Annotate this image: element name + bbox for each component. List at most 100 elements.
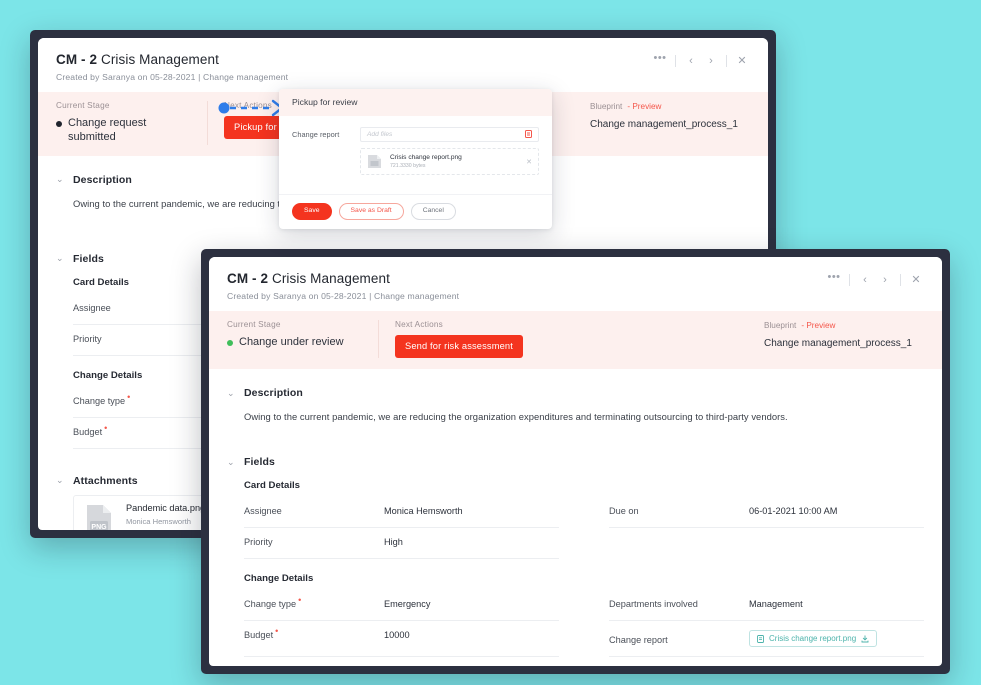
chevron-down-icon: ⌄ [227, 388, 235, 399]
paperclip-icon[interactable] [525, 130, 532, 140]
next-chevron-icon[interactable]: › [701, 52, 721, 70]
front-field-value-change-type[interactable]: Emergency [384, 599, 430, 609]
front-card-window: CM - 2 Crisis Management Created by Sara… [201, 249, 950, 674]
front-current-stage-value: Change under review [239, 336, 344, 350]
front-change-details-rows: Change type• Emergency Departments invol… [227, 590, 924, 657]
front-title-name: Crisis Management [272, 271, 390, 286]
back-page-title: CM - 2 Crisis Management [56, 52, 750, 67]
file-icon [757, 635, 764, 643]
dialog-change-report-row: Change report Add files [292, 127, 539, 175]
dialog-attached-file: Crisis change report.png 721.3330 bytes … [360, 148, 539, 175]
back-blueprint-name: Change management_process_1 [590, 118, 750, 131]
front-blueprint-name: Change management_process_1 [764, 337, 924, 350]
close-icon[interactable]: ✕ [906, 271, 926, 289]
attachment-meta-block: Pandemic data.png Monica Hemsworth 05-28… [126, 503, 205, 531]
required-asterisk-icon: • [275, 626, 278, 636]
next-chevron-icon[interactable]: › [875, 271, 895, 289]
back-card-header: CM - 2 Crisis Management Created by Sara… [38, 38, 768, 92]
back-page-subtitle: Created by Saranya on 05-28-2021 | Chang… [56, 72, 750, 82]
attachment-file-name: Pandemic data.png [126, 503, 205, 513]
back-current-stage-value-row: Change request submitted [56, 117, 191, 145]
front-field-label-due-on: Due on [609, 506, 749, 516]
add-files-placeholder: Add files [367, 131, 525, 138]
front-current-stage-value-row: Change under review [227, 336, 362, 350]
front-field-value-departments[interactable]: Management [749, 599, 803, 609]
front-field-label-change-report: Change report [609, 635, 749, 645]
back-field-label-change-type: Change type• [73, 396, 213, 406]
chevron-down-icon: ⌄ [56, 253, 64, 264]
back-field-label-priority: Priority [73, 334, 213, 344]
divider [900, 274, 901, 286]
required-asterisk-icon: • [104, 423, 107, 433]
more-options-icon[interactable]: ••• [824, 268, 844, 286]
front-blueprint-row: Blueprint - Preview [764, 321, 924, 330]
chevron-down-icon: ⌄ [56, 174, 64, 185]
field-row-empty [609, 528, 924, 559]
close-icon[interactable]: ✕ [732, 52, 752, 70]
previous-chevron-icon[interactable]: ‹ [681, 52, 701, 70]
required-asterisk-icon: • [127, 392, 130, 402]
dialog-footer: Save Save as Draft Cancel [279, 194, 552, 229]
dialog-file-text-block: Crisis change report.png 721.3330 bytes [390, 154, 462, 169]
required-asterisk-icon: • [298, 595, 301, 605]
front-field-label-budget: Budget• [244, 630, 384, 640]
field-row: Due on 06-01-2021 10:00 AM [609, 497, 924, 528]
image-file-icon [367, 154, 384, 169]
front-current-stage: Current Stage Change under review [227, 320, 379, 358]
front-fields-section-header[interactable]: ⌄ Fields [227, 456, 924, 468]
back-title-name: Crisis Management [101, 52, 219, 67]
stage-status-dot [227, 340, 233, 346]
front-blueprint-label: Blueprint [764, 321, 796, 330]
dialog-file-size: 721.3330 bytes [390, 163, 462, 169]
save-button[interactable]: Save [292, 203, 332, 220]
front-header-actions: ••• ‹ › ✕ [824, 271, 926, 289]
front-description-section-header[interactable]: ⌄ Description [227, 387, 924, 399]
back-attachments-title: Attachments [73, 475, 138, 487]
dialog-body: Change report Add files [279, 116, 552, 200]
back-blueprint-preview-link[interactable]: - Preview [627, 102, 661, 111]
change-report-file-chip[interactable]: Crisis change report.png [749, 630, 877, 647]
remove-file-icon[interactable]: ✕ [526, 158, 532, 166]
front-change-details-group: Change Details [227, 573, 924, 584]
front-blueprint-info: Blueprint - Preview Change management_pro… [764, 321, 924, 350]
back-title-code: CM - 2 [56, 52, 97, 67]
front-card-sheet: CM - 2 Crisis Management Created by Sara… [209, 257, 942, 666]
front-field-value-priority[interactable]: High [384, 537, 403, 547]
field-row: Assignee Monica Hemsworth [244, 497, 559, 528]
front-current-stage-label: Current Stage [227, 320, 362, 329]
send-for-risk-assessment-button[interactable]: Send for risk assessment [395, 335, 523, 358]
attachment-uploader: Monica Hemsworth [126, 516, 205, 527]
back-fields-title: Fields [73, 253, 104, 265]
front-field-value-budget[interactable]: 10000 [384, 630, 410, 640]
back-field-label-budget: Budget• [73, 427, 213, 437]
download-icon [861, 635, 869, 643]
front-field-value-due-on[interactable]: 06-01-2021 10:00 AM [749, 506, 837, 516]
cancel-button[interactable]: Cancel [411, 203, 456, 220]
front-field-label-assignee: Assignee [244, 506, 384, 516]
previous-chevron-icon[interactable]: ‹ [855, 271, 875, 289]
front-card-header: CM - 2 Crisis Management Created by Sara… [209, 257, 942, 311]
front-card-details-group: Card Details [227, 480, 924, 491]
dialog-file-name: Crisis change report.png [390, 154, 462, 161]
divider [726, 55, 727, 67]
front-field-label-departments: Departments involved [609, 599, 749, 609]
dialog-title: Pickup for review [279, 89, 552, 116]
front-field-label-change-type: Change type• [244, 599, 384, 609]
more-options-icon[interactable]: ••• [650, 49, 670, 67]
add-files-input[interactable]: Add files [360, 127, 539, 142]
save-as-draft-button[interactable]: Save as Draft [339, 203, 404, 220]
front-blueprint-preview-link[interactable]: - Preview [801, 321, 835, 330]
field-row: Change type• Emergency [244, 590, 559, 621]
field-row: Budget• 10000 [244, 621, 559, 657]
field-row: Priority High [244, 528, 559, 559]
attachment-timestamp: 05-28-2021 01:10 PM [126, 528, 205, 531]
front-description-title: Description [244, 387, 303, 399]
front-description-text: Owing to the current pandemic, we are re… [227, 411, 924, 422]
change-report-file-name: Crisis change report.png [769, 634, 856, 643]
front-card-details-rows: Assignee Monica Hemsworth Due on 06-01-2… [227, 497, 924, 559]
back-description-title: Description [73, 174, 132, 186]
divider [849, 274, 850, 286]
back-current-stage: Current Stage Change request submitted [56, 101, 208, 145]
front-field-value-assignee[interactable]: Monica Hemsworth [384, 506, 463, 516]
chevron-down-icon: ⌄ [227, 457, 235, 468]
